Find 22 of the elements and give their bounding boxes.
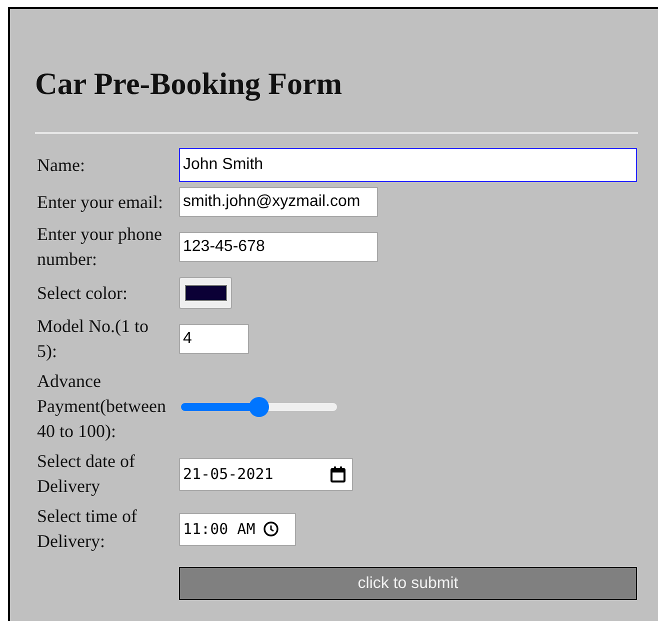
field-label: Select time of Delivery: bbox=[37, 505, 138, 553]
field-label: Name: bbox=[37, 154, 85, 176]
number-field[interactable]: 4 bbox=[179, 324, 249, 354]
field-label: Enter your email: bbox=[37, 190, 163, 214]
time-field[interactable]: 11:00 AM bbox=[179, 512, 296, 546]
color-picker[interactable] bbox=[179, 277, 232, 309]
slider[interactable] bbox=[181, 396, 337, 416]
date-value: 21-05-2021 bbox=[183, 464, 274, 485]
form-title: Car Pre-Booking Form bbox=[35, 66, 342, 102]
field-label: Advance Payment(between 40 to 100): bbox=[37, 370, 167, 443]
clock-icon[interactable] bbox=[263, 521, 280, 537]
field-label: Select color: bbox=[37, 282, 128, 304]
slider-thumb[interactable] bbox=[249, 396, 269, 416]
input-field[interactable]: smith.john@xyzmail.com bbox=[179, 187, 378, 217]
calendar-icon[interactable] bbox=[330, 466, 346, 482]
date-field[interactable]: 21-05-2021 bbox=[179, 458, 353, 490]
field-label: Select date of Delivery bbox=[37, 450, 136, 498]
input-field[interactable]: 123-45-678 bbox=[179, 232, 378, 262]
input-field[interactable]: John Smith bbox=[179, 148, 637, 182]
field-label: Enter your phone number: bbox=[37, 223, 163, 271]
time-value: 11:00 AM bbox=[183, 518, 256, 540]
field-label: Model No.(1 to 5): bbox=[37, 315, 150, 363]
